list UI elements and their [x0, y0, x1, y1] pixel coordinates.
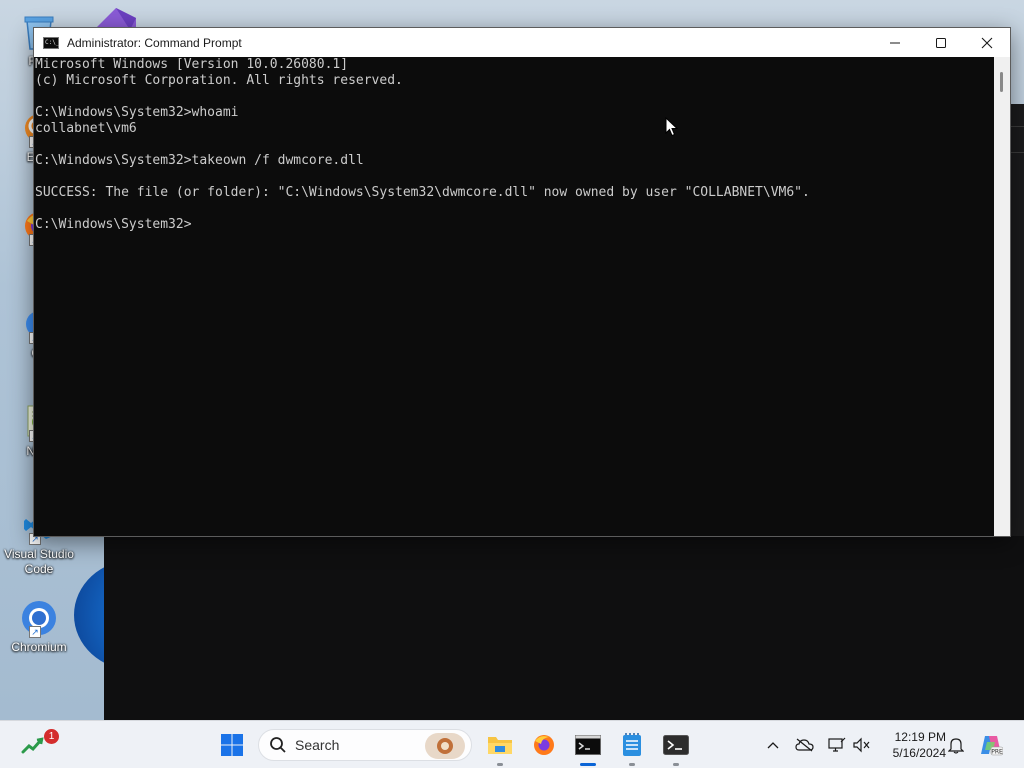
taskbar: 1 Search 12:19 PM 5/16/2024 PRE — [0, 720, 1024, 768]
taskbar-firefox[interactable] — [524, 721, 564, 768]
system-clock[interactable]: 12:19 PM 5/16/2024 — [878, 729, 946, 761]
widgets-button[interactable]: 1 — [14, 721, 59, 768]
close-button[interactable] — [964, 28, 1010, 57]
search-icon — [270, 737, 286, 753]
console-line: C:\Windows\System32>takeown /f dwmcore.d… — [35, 153, 364, 168]
windows-logo-icon — [221, 734, 243, 756]
notepad-icon — [623, 733, 641, 756]
running-indicator — [673, 763, 679, 766]
taskbar-search[interactable]: Search — [258, 729, 472, 761]
firefox-icon — [534, 735, 554, 755]
console-line: (c) Microsoft Corporation. All rights re… — [35, 73, 403, 88]
console-line: C:\Windows\System32>whoami — [35, 105, 239, 120]
console-line: collabnet\vm6 — [35, 121, 137, 136]
svg-text:PRE: PRE — [991, 749, 1003, 756]
minimize-icon — [890, 42, 900, 43]
scrollbar-thumb[interactable] — [1000, 72, 1003, 92]
search-highlight-icon — [425, 733, 465, 759]
chevron-up-icon — [767, 742, 779, 749]
maximize-button[interactable] — [918, 28, 964, 57]
window-controls — [872, 28, 1010, 57]
taskbar-command-prompt[interactable] — [568, 721, 608, 768]
running-indicator — [629, 763, 635, 766]
clock-time: 12:19 PM — [894, 730, 946, 744]
terminal-icon — [575, 735, 601, 755]
mouse-pointer-icon — [665, 117, 678, 137]
running-indicator — [497, 763, 503, 766]
bell-icon — [948, 738, 964, 754]
minimize-button[interactable] — [872, 28, 918, 57]
close-icon — [981, 37, 993, 48]
notification-badge: 1 — [44, 729, 59, 744]
taskbar-notepad[interactable] — [612, 721, 652, 768]
show-hidden-icons-button[interactable] — [761, 733, 785, 757]
taskbar-file-explorer[interactable] — [480, 721, 520, 768]
active-indicator — [580, 763, 596, 766]
onedrive-button[interactable] — [793, 733, 817, 757]
shortcut-arrow-icon: ↗ — [29, 626, 41, 638]
start-button[interactable] — [212, 721, 252, 768]
network-button[interactable] — [825, 733, 849, 757]
background-window — [104, 536, 1024, 720]
command-prompt-window[interactable]: C:\_ Administrator: Command Prompt Micro… — [33, 27, 1011, 537]
vertical-scrollbar[interactable] — [994, 57, 1010, 536]
display-network-icon — [828, 737, 846, 752]
background-window-edge — [1011, 104, 1024, 536]
maximize-icon — [936, 37, 946, 48]
cloud-offline-icon — [795, 738, 814, 752]
console-line: SUCCESS: The file (or folder): "C:\Windo… — [35, 185, 810, 200]
notifications-button[interactable] — [944, 733, 968, 757]
chromium-icon: ↗ — [19, 598, 59, 638]
console-output[interactable]: Microsoft Windows [Version 10.0.26080.1]… — [34, 57, 994, 536]
taskbar-terminal[interactable] — [656, 721, 696, 768]
copilot-button[interactable]: PRE — [979, 733, 1003, 757]
console-prompt-line[interactable]: C:\Windows\System32> — [34, 217, 994, 233]
title-bar[interactable]: C:\_ Administrator: Command Prompt — [34, 28, 1010, 57]
command-prompt-app-icon: C:\_ — [43, 36, 59, 49]
terminal-icon — [663, 735, 689, 755]
volume-button[interactable] — [850, 733, 874, 757]
console-line: Microsoft Windows [Version 10.0.26080.1] — [35, 57, 349, 72]
desktop-icon-chromium[interactable]: ↗ Chromium — [2, 598, 76, 655]
copilot-icon: PRE — [981, 736, 1003, 756]
clock-date: 5/16/2024 — [892, 746, 946, 760]
window-title: Administrator: Command Prompt — [67, 35, 242, 50]
speaker-muted-icon — [853, 737, 870, 753]
folder-icon — [488, 737, 512, 754]
